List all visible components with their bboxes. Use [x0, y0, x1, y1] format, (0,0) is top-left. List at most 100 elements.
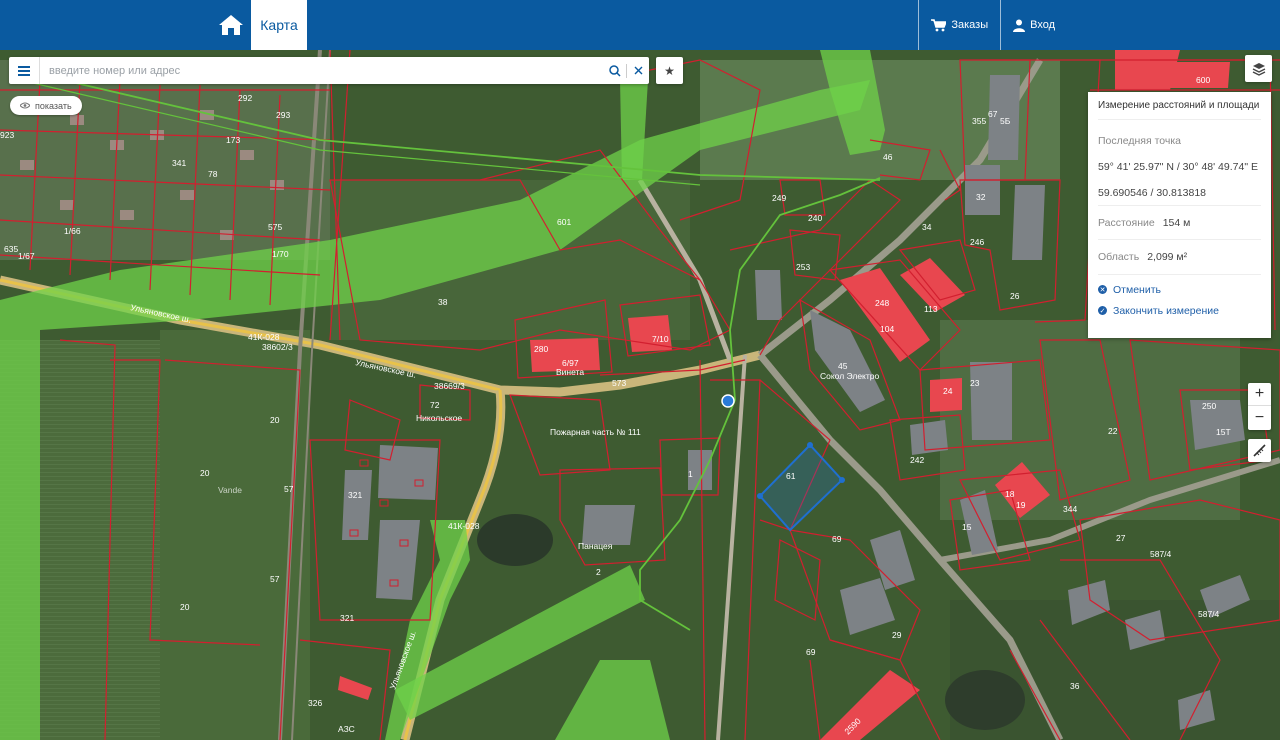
- parcel-label: 321: [348, 490, 362, 500]
- parcel-label: 250: [1202, 401, 1216, 411]
- parcel-label: 1/70: [272, 249, 289, 259]
- parcel-label: 6/97: [562, 358, 579, 368]
- hamburger-icon: [18, 65, 30, 76]
- parcel-label: 38: [438, 297, 448, 307]
- parcel-label: 26: [1010, 291, 1020, 301]
- zoom-in-button[interactable]: +: [1248, 383, 1271, 406]
- parcel-label: 1/66: [64, 226, 81, 236]
- pond: [477, 514, 553, 566]
- show-button[interactable]: показать: [10, 96, 82, 115]
- zoom-out-button[interactable]: −: [1248, 406, 1271, 429]
- parcel-label: 1/67: [18, 251, 35, 261]
- parcel-label: 57: [270, 574, 280, 584]
- parcel-label: 601: [557, 217, 571, 227]
- search-bar: [9, 57, 649, 84]
- show-label: показать: [35, 100, 72, 111]
- place-label: Винета: [556, 367, 584, 377]
- parcel-label: 23: [970, 378, 980, 388]
- cart-icon: [931, 18, 947, 31]
- parcel-label: 1: [688, 469, 693, 479]
- location-marker[interactable]: [721, 394, 735, 408]
- parcel-label: 253: [796, 262, 810, 272]
- finish-measure-button[interactable]: ✓ Закончить измерение: [1098, 300, 1261, 321]
- parcel-label: 587/4: [1198, 609, 1220, 619]
- parcel-label: 248: [875, 298, 889, 308]
- login-label: Вход: [1030, 19, 1055, 31]
- parcel-label: 72: [430, 400, 440, 410]
- parcel-label: 32: [976, 192, 986, 202]
- cancel-button[interactable]: ✕ Отменить: [1098, 279, 1261, 300]
- parcel-label: 45: [838, 361, 848, 371]
- parcel-label: 635: [4, 244, 18, 254]
- parcel-label: 15: [962, 522, 972, 532]
- parcel-label: 326: [308, 698, 322, 708]
- parcel-label: 292: [238, 93, 252, 103]
- menu-button[interactable]: [9, 57, 40, 84]
- parcel-label: 69: [806, 647, 816, 657]
- home-button[interactable]: [212, 0, 250, 50]
- parcel-label: 242: [910, 455, 924, 465]
- parcel-label: 321: [340, 613, 354, 623]
- parcel-label: 15Т: [1216, 427, 1231, 437]
- orders-label: Заказы: [951, 19, 989, 31]
- panel-title: Измерение расстояний и площади: [1098, 92, 1261, 120]
- parcel-label: 240: [808, 213, 822, 223]
- close-icon: [634, 66, 642, 75]
- search-button[interactable]: [604, 57, 626, 84]
- cancel-label: Отменить: [1113, 283, 1161, 296]
- distance-value: 154 м: [1162, 216, 1191, 229]
- parcel-label: 355: [972, 116, 986, 126]
- last-point-label: Последняя точка: [1098, 134, 1182, 147]
- place-label: Сокол Электро: [820, 371, 879, 381]
- orders-button[interactable]: Заказы: [918, 0, 1000, 50]
- parcel-label: 38669/3: [434, 381, 465, 391]
- parcel-label: 27: [1116, 533, 1126, 543]
- parcel-label: 5Б: [1000, 116, 1011, 126]
- area-value: 2,099 м²: [1147, 251, 1188, 263]
- clear-button[interactable]: [627, 57, 649, 84]
- place-label: Панацея: [578, 541, 613, 551]
- measure-tool-button[interactable]: [1248, 439, 1271, 462]
- road-label: 41К-028: [448, 521, 480, 531]
- search-input[interactable]: [40, 58, 604, 83]
- parcel-label: 923: [0, 130, 14, 140]
- parcel-label: 104: [880, 324, 894, 334]
- area-label: Область: [1098, 251, 1140, 263]
- parcel-label: 20: [270, 415, 280, 425]
- layers-button[interactable]: [1245, 55, 1272, 82]
- eye-icon: [20, 102, 30, 109]
- parcel-label: 173: [226, 135, 240, 145]
- parcel-label: 19: [1016, 500, 1026, 510]
- tab-map[interactable]: Карта: [251, 0, 307, 50]
- parcel-label: 20: [200, 468, 210, 478]
- parcel-label: 69: [832, 534, 842, 544]
- parcel-label: 7/10: [652, 334, 669, 344]
- check-icon: ✓: [1098, 306, 1107, 315]
- favorites-button[interactable]: ★: [656, 57, 683, 84]
- parcel-label: 600: [1196, 75, 1210, 85]
- parcel-label: 36: [1070, 681, 1080, 691]
- parcel-label: 344: [1063, 504, 1077, 514]
- area-row: Область 2,099 м²: [1098, 240, 1261, 274]
- search-icon: [609, 64, 621, 77]
- top-bar: Карта Заказы Вход: [0, 0, 1280, 50]
- parcel-label: 113: [924, 304, 938, 314]
- coords-dms: 59° 41' 25.97" N / 30° 48' 49.74" E: [1098, 160, 1258, 173]
- finish-label: Закончить измерение: [1113, 304, 1219, 317]
- parcel-label: 34: [922, 222, 932, 232]
- parcel-label: 573: [612, 378, 626, 388]
- parcel-label: 18: [1005, 489, 1015, 499]
- measure-panel: Измерение расстояний и площади Последняя…: [1088, 92, 1271, 338]
- zoom-controls: + −: [1248, 383, 1271, 430]
- parcel-label: 46: [883, 152, 893, 162]
- parcel-label: 293: [276, 110, 290, 120]
- login-button[interactable]: Вход: [1000, 0, 1280, 50]
- star-icon: ★: [664, 63, 675, 78]
- parcel-label: 61: [786, 471, 796, 481]
- parcel-label: 575: [268, 222, 282, 232]
- road-label: 41К-028: [248, 332, 280, 342]
- user-icon: [1013, 19, 1026, 32]
- distance-label: Расстояние: [1098, 216, 1155, 229]
- parcel-label: 249: [772, 193, 786, 203]
- place-label: Никольское: [416, 413, 462, 423]
